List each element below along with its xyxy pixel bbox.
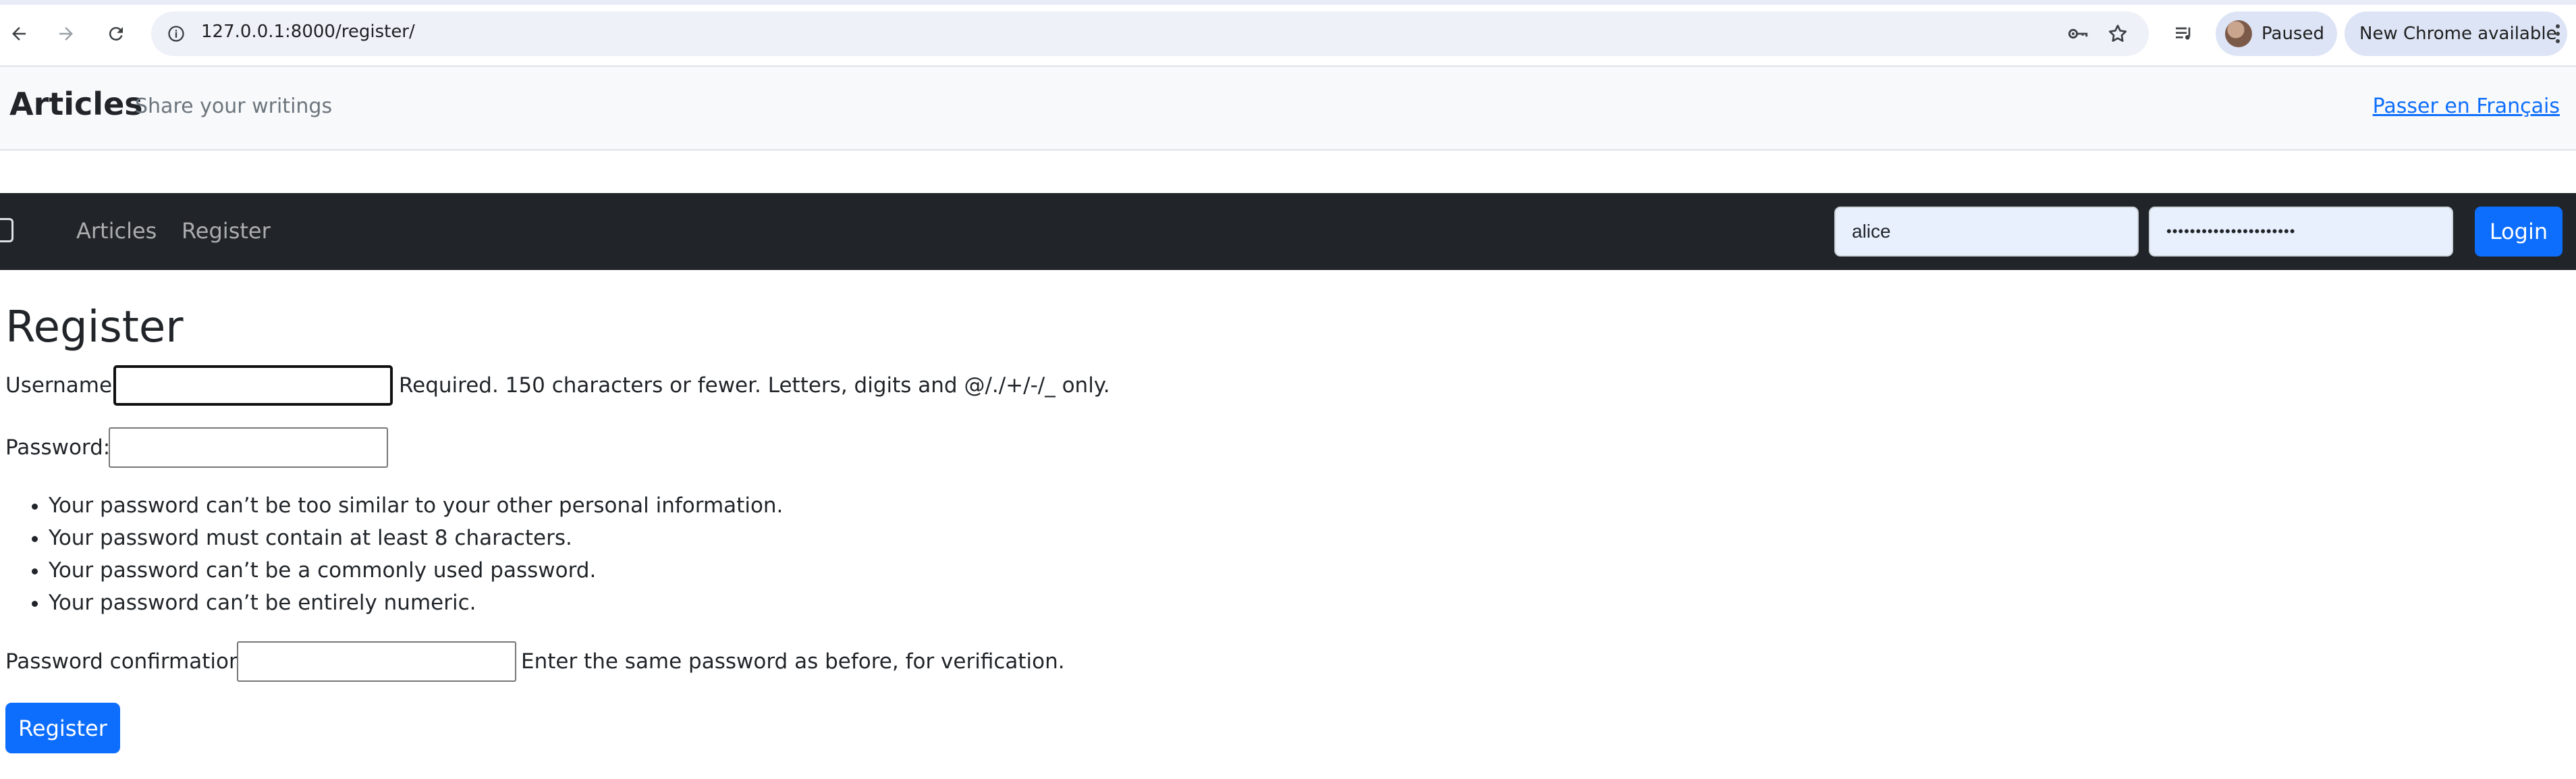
address-bar[interactable]: 127.0.0.1:8000/register/: [151, 11, 2149, 56]
forward-button[interactable]: [47, 15, 85, 53]
login-button[interactable]: Login: [2475, 207, 2563, 257]
media-queue-icon: [2176, 27, 2191, 40]
password-label: Password:: [5, 435, 111, 460]
site-header: Articles Share your writings Passer en F…: [0, 67, 2576, 151]
username-input[interactable]: [113, 365, 393, 406]
brand-tagline: Share your writings: [135, 95, 333, 118]
list-item: Your password can’t be entirely numeric.: [49, 587, 783, 619]
main-navbar: Articles Register alice ••••••••••••••••…: [0, 193, 2576, 270]
login-username-input[interactable]: alice: [1834, 207, 2139, 257]
brand-title[interactable]: Articles: [9, 86, 143, 122]
site-info-icon: [168, 26, 184, 42]
nav-link-register[interactable]: Register: [182, 218, 271, 244]
forward-arrow-icon: [59, 27, 73, 41]
bookmark-button[interactable]: [2102, 18, 2133, 49]
profile-status: Paused: [2262, 24, 2324, 44]
navbar-toggler-icon[interactable]: [0, 218, 13, 242]
bookmark-star-icon: [2108, 24, 2127, 42]
page-title: Register: [5, 302, 184, 352]
back-button[interactable]: [0, 15, 38, 53]
password-confirmation-help-text: Enter the same password as before, for v…: [521, 649, 1065, 674]
password-key-icon: [2068, 28, 2088, 39]
profile-button[interactable]: Paused: [2216, 11, 2337, 56]
media-queue-button[interactable]: [2165, 15, 2203, 53]
language-switch-link[interactable]: Passer en Français: [2373, 95, 2560, 118]
login-password-input[interactable]: ••••••••••••••••••••••: [2149, 207, 2453, 257]
password-rules-list: Your password can’t be too similar to yo…: [0, 489, 783, 619]
username-help-text: Required. 150 characters or fewer. Lette…: [399, 373, 1110, 398]
back-arrow-icon: [12, 27, 26, 41]
tab-strip-edge: [0, 0, 2576, 5]
password-confirmation-label: Password confirmation:: [5, 649, 250, 674]
password-input[interactable]: [109, 427, 388, 468]
browser-toolbar: 127.0.0.1:8000/register/ Paused New Chro…: [0, 0, 2576, 67]
nav-link-articles[interactable]: Articles: [76, 218, 157, 244]
site-info-button[interactable]: [161, 18, 192, 49]
avatar: [2225, 20, 2252, 47]
list-item: Your password can’t be a commonly used p…: [49, 554, 783, 587]
list-item: Your password can’t be too similar to yo…: [49, 489, 783, 522]
password-manager-button[interactable]: [2062, 18, 2093, 49]
chrome-update-button[interactable]: New Chrome available: [2345, 11, 2567, 56]
reload-icon: [109, 27, 123, 41]
more-vert-icon: [2556, 24, 2560, 43]
url-text[interactable]: 127.0.0.1:8000/register/: [201, 22, 415, 42]
username-label: Username:: [5, 373, 119, 398]
password-confirmation-input[interactable]: [237, 641, 516, 682]
reload-button[interactable]: [97, 15, 135, 53]
list-item: Your password must contain at least 8 ch…: [49, 522, 783, 554]
update-label: New Chrome available: [2359, 24, 2557, 44]
register-submit-button[interactable]: Register: [5, 703, 120, 753]
